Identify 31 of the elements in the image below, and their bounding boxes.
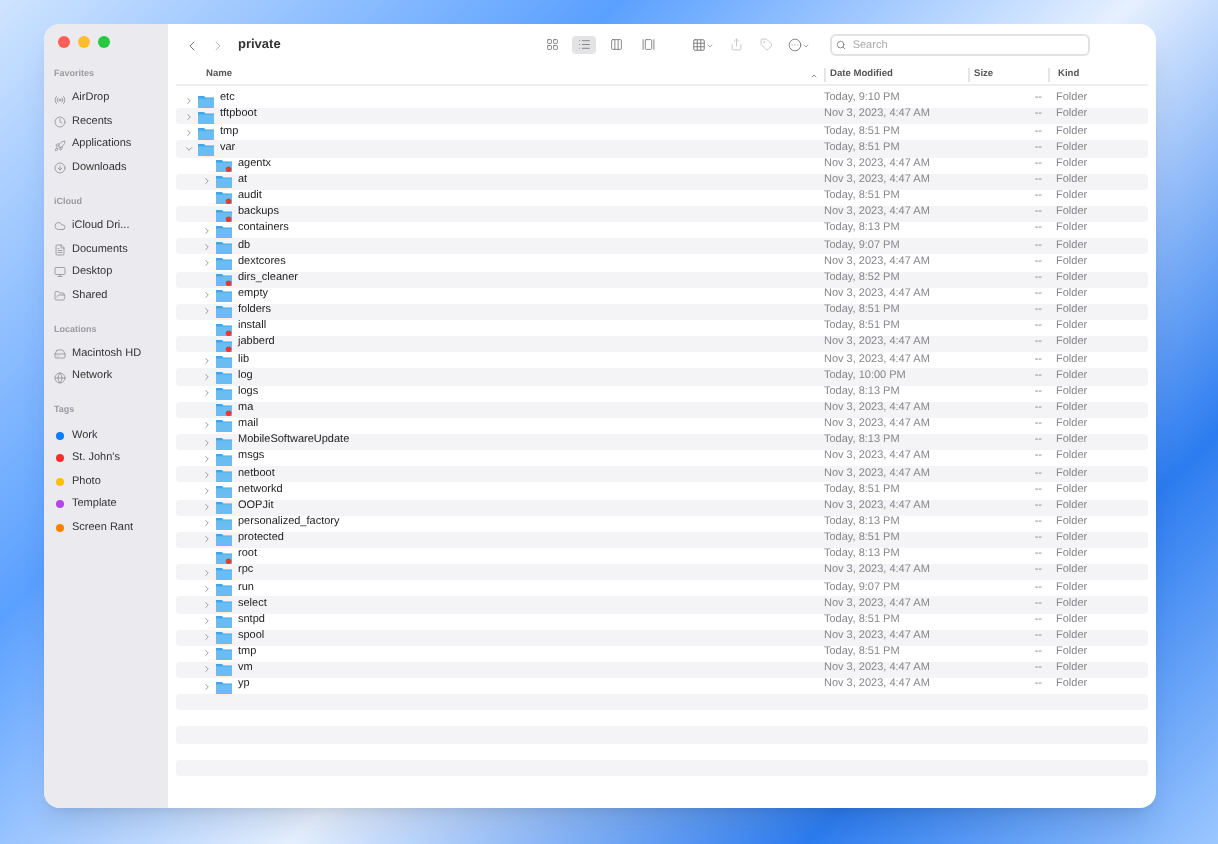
gallery-view-icon [642, 38, 656, 52]
hard-drive-icon [54, 348, 66, 360]
view-mode-tab[interactable] [636, 36, 661, 54]
columns-view-icon [610, 38, 624, 52]
grid-icon [692, 38, 707, 52]
back-icon[interactable] [184, 37, 200, 53]
download-icon [54, 162, 66, 174]
share-icon[interactable] [730, 38, 744, 52]
minimize-button[interactable] [78, 36, 90, 48]
search-icon [836, 40, 847, 50]
forward-icon[interactable] [210, 37, 226, 53]
clock-icon [54, 116, 66, 128]
grid-view-icon [546, 38, 560, 52]
airdrop-icon [54, 93, 66, 105]
disclosure-chevron-icon[interactable] [184, 95, 194, 106]
close-button[interactable] [58, 36, 70, 48]
view-mode-tab[interactable] [572, 36, 597, 54]
tag-icon[interactable] [759, 38, 773, 52]
monitor-icon [54, 266, 66, 279]
disclosure-chevron-icon[interactable] [184, 111, 194, 122]
more-icon [788, 38, 803, 52]
rocket-icon [54, 139, 66, 151]
globe-icon [54, 371, 66, 383]
list-view-icon [578, 38, 592, 52]
document-icon [54, 243, 66, 256]
disclosure-chevron-icon[interactable] [202, 176, 212, 187]
disclosure-chevron-icon[interactable] [184, 143, 194, 154]
disclosure-chevron-icon[interactable] [184, 127, 194, 138]
zoom-button[interactable] [98, 36, 110, 48]
folder-icon [54, 289, 66, 302]
cloud-icon [54, 220, 66, 233]
